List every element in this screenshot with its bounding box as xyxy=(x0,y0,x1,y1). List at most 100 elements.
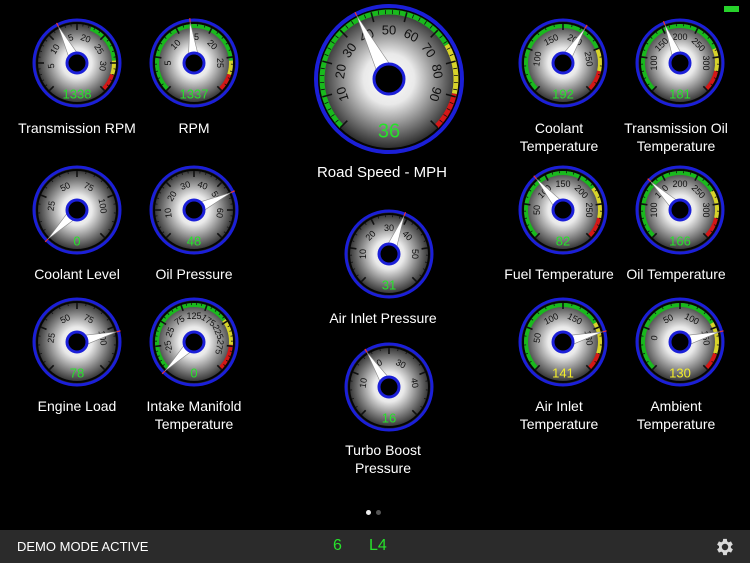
road-speed-gauge[interactable]: 10203040506070809036 xyxy=(312,2,466,156)
transmission-mode: L4 xyxy=(369,537,387,554)
tick-label: 10 xyxy=(358,249,368,259)
tick-label: 5 xyxy=(163,60,173,65)
intake-manifold-temperature-dial: -252575 1251752252750 xyxy=(149,297,239,387)
oil-pressure-dial: 102030 40506048 xyxy=(149,165,239,255)
tick-label: 10 xyxy=(358,377,369,388)
coolant-temperature-dial: 100150200250192 xyxy=(518,18,608,108)
coolant-temperature-gauge[interactable]: 100150200250192 xyxy=(516,16,610,110)
oil-pressure-gauge[interactable]: 10 20 30 40 50 60 48 xyxy=(147,163,241,257)
gauge-value: 1338 xyxy=(63,86,92,101)
tick-label: 60 xyxy=(214,207,225,218)
tick-mark xyxy=(712,56,719,59)
gauge-value: 48 xyxy=(187,233,201,248)
needle-hub xyxy=(182,51,206,75)
intake-manifold-temperature-label: Intake Manifold Temperature xyxy=(146,398,242,432)
gear-indicator: 6 xyxy=(333,537,342,554)
needle-hub xyxy=(668,198,692,222)
oil-pressure-label: Oil Pressure xyxy=(155,266,233,282)
needle-hub xyxy=(668,51,692,75)
air-inlet-pressure-gauge[interactable]: 10 20 30 40 50 31 xyxy=(342,207,436,301)
fuel-temperature-dial: 5010015020025082 xyxy=(518,165,608,255)
tick-label: 100 xyxy=(649,55,659,70)
transmission-rpm-gauge[interactable]: 5 10 15 20 25 30 1338 xyxy=(30,16,124,110)
rpm-gauge[interactable]: 5101520251337 xyxy=(147,16,241,110)
tick-label: 25 xyxy=(46,200,57,211)
needle-hub xyxy=(377,242,401,266)
ambient-temperature-gauge[interactable]: 050100150130 xyxy=(633,295,727,389)
gauge-value: 181 xyxy=(669,86,691,101)
tick-label: 200 xyxy=(672,179,687,189)
turbo-boost-pressure-dial: 1020304016 xyxy=(344,342,434,432)
turbo-boost-pressure-gauge[interactable]: 1020304016 xyxy=(342,340,436,434)
gauge-value: 141 xyxy=(552,365,574,380)
road-speed-label: Road Speed - MPH xyxy=(316,164,448,181)
oil-temperature-gauge[interactable]: 100150200250300166 xyxy=(633,163,727,257)
gauge-value: 16 xyxy=(382,410,396,425)
gauge-value: 1337 xyxy=(180,86,209,101)
intake-manifold-temperature-gauge[interactable]: -25 25 75 125 175 225 275 0 xyxy=(147,295,241,389)
tick-label: 40 xyxy=(409,377,420,388)
gauge-panel: 510152025301338Transmission RPM510152025… xyxy=(0,0,750,530)
tick-mark xyxy=(226,56,233,59)
tick-mark xyxy=(595,203,602,206)
gauge-value: 166 xyxy=(669,233,691,248)
tick-mark xyxy=(398,216,401,219)
tick-mark xyxy=(155,56,162,59)
needle-hub xyxy=(551,330,575,354)
gauge-value: 31 xyxy=(382,277,396,292)
tick-label: 250 xyxy=(584,202,594,217)
needle-hub xyxy=(65,198,89,222)
range-band-yellow xyxy=(227,60,233,76)
needle-hub xyxy=(551,198,575,222)
bottom-bar: DEMO MODE ACTIVE 6 L4 xyxy=(0,530,750,563)
tick-label: 30 xyxy=(97,60,108,71)
coolant-level-gauge[interactable]: 25 50 75 100 0 xyxy=(30,163,124,257)
turbo-boost-pressure-label: Turbo Boost Pressure xyxy=(345,442,421,476)
tick-mark xyxy=(572,172,575,175)
gauge-value: 78 xyxy=(70,365,84,380)
tick-label: 25 xyxy=(46,332,57,343)
tick-mark xyxy=(689,25,692,28)
rpm-label: RPM xyxy=(178,120,210,136)
air-inlet-temperature-dial: 50100150180141 xyxy=(518,297,608,387)
fuel-temperature-gauge[interactable]: 5010015020025082 xyxy=(516,163,610,257)
needle-hub xyxy=(668,330,692,354)
oil-temperature-dial: 100150200250300166 xyxy=(635,165,725,255)
transmission-oil-temperature-gauge[interactable]: 100 150 200 250 300 181 xyxy=(633,16,727,110)
tick-mark xyxy=(182,25,185,28)
tick-mark xyxy=(421,247,428,250)
page-indicator[interactable] xyxy=(366,510,381,518)
road-speed-dial: 10203040506070809036 xyxy=(314,4,464,154)
needle-hub xyxy=(377,375,401,399)
needle-hub xyxy=(65,51,89,75)
gauge-value: 192 xyxy=(552,86,574,101)
tick-label: 50 xyxy=(532,205,542,215)
air-inlet-temperature-gauge[interactable]: 50100150180141 xyxy=(516,295,610,389)
gear-icon[interactable] xyxy=(714,536,736,558)
air-inlet-pressure-label: Air Inlet Pressure xyxy=(329,310,437,326)
tick-label: 80 xyxy=(429,63,446,80)
transmission-rpm-dial: 51015 2025301338 xyxy=(32,18,122,108)
tick-mark xyxy=(668,25,671,28)
tick-label: 150 xyxy=(555,179,570,189)
needle-hub xyxy=(182,330,206,354)
tick-label: 300 xyxy=(701,202,711,217)
tick-label: 200 xyxy=(672,32,687,42)
engine-load-gauge[interactable]: 25507510078 xyxy=(30,295,124,389)
page-dot-1[interactable] xyxy=(366,510,371,515)
tick-mark xyxy=(203,25,206,28)
tick-mark xyxy=(712,203,719,206)
tick-mark xyxy=(229,330,232,332)
demo-mode-label: DEMO MODE ACTIVE xyxy=(17,539,149,554)
transmission-oil-temperature-label: Transmission Oil Temperature xyxy=(624,120,728,154)
oil-temperature-label: Oil Temperature xyxy=(626,266,726,282)
tick-mark xyxy=(668,172,671,175)
gauge-value: 0 xyxy=(190,365,197,380)
tick-label: 50 xyxy=(382,23,396,38)
page-dot-2[interactable] xyxy=(376,510,381,515)
tick-mark xyxy=(641,203,648,206)
needle-hub xyxy=(372,62,406,96)
engine-load-dial: 25507510078 xyxy=(32,297,122,387)
ambient-temperature-label: Ambient Temperature xyxy=(636,398,716,432)
tick-mark xyxy=(155,344,162,348)
